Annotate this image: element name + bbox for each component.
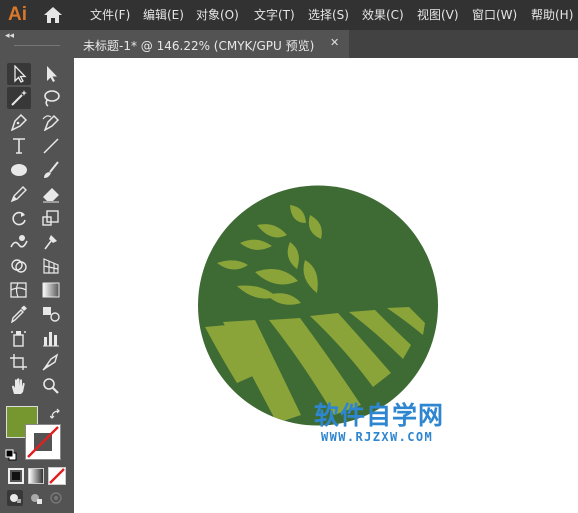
paintbrush-tool-icon[interactable] bbox=[39, 159, 63, 181]
lasso-tool-icon[interactable] bbox=[39, 87, 63, 109]
menu-effect[interactable]: 效果(C) bbox=[362, 6, 404, 23]
warp-tool-icon[interactable] bbox=[7, 231, 31, 253]
direct-selection-tool-icon[interactable] bbox=[39, 63, 63, 85]
artboard-tool-icon[interactable] bbox=[7, 351, 31, 373]
rotate-tool-icon[interactable] bbox=[7, 207, 31, 229]
default-fill-stroke-icon[interactable] bbox=[5, 446, 17, 465]
zoom-tool-icon[interactable] bbox=[39, 375, 63, 397]
slice-tool-icon[interactable] bbox=[39, 351, 63, 373]
farm-logo-artwork[interactable] bbox=[197, 185, 439, 426]
artboard-canvas[interactable]: 软件自学网 WWW.RJZXW.COM bbox=[74, 58, 578, 513]
magic-wand-tool-icon[interactable] bbox=[7, 87, 31, 109]
pencil-tool-icon[interactable] bbox=[7, 183, 31, 205]
draw-inside-icon[interactable] bbox=[48, 490, 64, 506]
menu-help[interactable]: 帮助(H) bbox=[531, 6, 573, 23]
stroke-color-swatch[interactable] bbox=[25, 424, 61, 460]
selection-tool-icon[interactable] bbox=[7, 63, 31, 85]
eraser-tool-icon[interactable] bbox=[39, 183, 63, 205]
perspective-grid-tool-icon[interactable] bbox=[39, 255, 63, 277]
gradient-mode-icon[interactable] bbox=[28, 468, 44, 484]
collapse-panel-icon[interactable]: ◂◂ bbox=[5, 31, 14, 41]
eyedropper-tool-icon[interactable] bbox=[7, 303, 31, 325]
pen-tool-icon[interactable] bbox=[7, 111, 31, 133]
gradient-tool-icon[interactable] bbox=[39, 279, 63, 301]
panel-grip[interactable] bbox=[0, 42, 74, 50]
menu-select[interactable]: 选择(S) bbox=[308, 6, 349, 23]
menu-bar: Ai 文件(F) 编辑(E) 对象(O) 文字(T) 选择(S) 效果(C) 视… bbox=[0, 0, 578, 30]
shape-builder-tool-icon[interactable] bbox=[7, 255, 31, 277]
menu-window[interactable]: 窗口(W) bbox=[472, 6, 517, 23]
menu-file[interactable]: 文件(F) bbox=[90, 6, 130, 23]
none-mode-icon[interactable] bbox=[48, 467, 66, 485]
stroke-none-indicator-icon bbox=[27, 426, 59, 458]
draw-behind-icon[interactable] bbox=[28, 490, 44, 506]
menu-view[interactable]: 视图(V) bbox=[417, 6, 459, 23]
blend-tool-icon[interactable] bbox=[39, 303, 63, 325]
document-tab[interactable]: 未标题-1* @ 146.22% (CMYK/GPU 预览) ✕ bbox=[74, 30, 349, 58]
home-icon[interactable] bbox=[43, 6, 63, 24]
menu-edit[interactable]: 编辑(E) bbox=[143, 6, 184, 23]
scale-tool-icon[interactable] bbox=[39, 207, 63, 229]
document-tab-bar: 未标题-1* @ 146.22% (CMYK/GPU 预览) ✕ bbox=[74, 30, 578, 58]
ellipse-tool-icon[interactable] bbox=[7, 159, 31, 181]
watermark-title: 软件自学网 bbox=[314, 401, 445, 430]
line-segment-tool-icon[interactable] bbox=[39, 135, 63, 157]
app-logo: Ai bbox=[8, 4, 27, 25]
swap-fill-stroke-icon[interactable] bbox=[49, 405, 62, 424]
color-mode-icon[interactable] bbox=[8, 468, 24, 484]
tools-panel: ◂◂ bbox=[0, 30, 74, 513]
hand-tool-icon[interactable] bbox=[7, 375, 31, 397]
mesh-tool-icon[interactable] bbox=[7, 279, 31, 301]
draw-normal-icon[interactable] bbox=[7, 490, 23, 506]
puppet-warp-tool-icon[interactable] bbox=[39, 231, 63, 253]
watermark-url: WWW.RJZXW.COM bbox=[321, 430, 434, 444]
close-tab-icon[interactable]: ✕ bbox=[330, 36, 339, 49]
curvature-tool-icon[interactable] bbox=[39, 111, 63, 133]
symbol-sprayer-tool-icon[interactable] bbox=[7, 327, 31, 349]
menu-type[interactable]: 文字(T) bbox=[254, 6, 295, 23]
document-tab-label: 未标题-1* @ 146.22% (CMYK/GPU 预览) bbox=[83, 39, 315, 53]
column-graph-tool-icon[interactable] bbox=[39, 327, 63, 349]
type-tool-icon[interactable] bbox=[7, 135, 31, 157]
menu-object[interactable]: 对象(O) bbox=[196, 6, 239, 23]
